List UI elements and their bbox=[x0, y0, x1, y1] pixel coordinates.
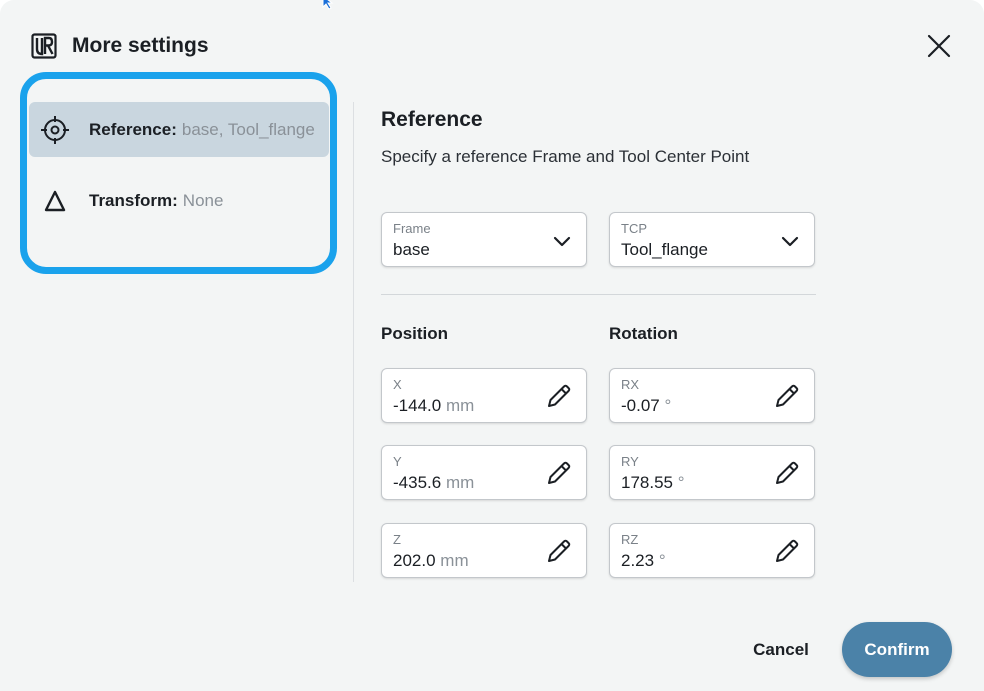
chevron-down-icon bbox=[781, 236, 799, 247]
field-value-wrap: -435.6 mm bbox=[393, 473, 474, 493]
pencil-edit-icon[interactable] bbox=[544, 458, 574, 488]
confirm-button[interactable]: Confirm bbox=[842, 622, 952, 677]
field-value: -144.0 bbox=[393, 396, 442, 415]
field-unit: ° bbox=[658, 551, 666, 570]
sidebar-item-label: Reference: bbox=[89, 119, 177, 139]
tcp-dropdown[interactable]: TCP Tool_flange bbox=[609, 212, 815, 267]
field-value-wrap: -0.07 ° bbox=[621, 396, 671, 416]
field-label: X bbox=[393, 377, 402, 392]
pencil-edit-icon[interactable] bbox=[772, 381, 802, 411]
sidebar-item-transform[interactable]: Transform: None bbox=[29, 173, 329, 228]
field-unit: mm bbox=[445, 396, 475, 415]
sidebar-item-reference[interactable]: Reference: base, Tool_flange bbox=[29, 102, 329, 157]
cancel-button[interactable]: Cancel bbox=[738, 630, 824, 670]
sidebar-item-value: None bbox=[182, 190, 224, 210]
frame-label: Frame bbox=[393, 221, 431, 236]
sidebar-item-label: Transform: bbox=[89, 190, 178, 210]
field-value: -435.6 bbox=[393, 473, 442, 492]
field-label: RX bbox=[621, 377, 640, 392]
field-value: 2.23 bbox=[621, 551, 655, 570]
section-subtitle: Specify a reference Frame and Tool Cente… bbox=[381, 147, 750, 166]
tcp-label: TCP bbox=[621, 221, 647, 236]
field-value: 178.55 bbox=[621, 473, 673, 492]
field-label: RY bbox=[621, 454, 639, 469]
field-label: RZ bbox=[621, 532, 639, 547]
position-y-field[interactable]: Y -435.6 mm bbox=[381, 445, 587, 500]
field-value-wrap: 2.23 ° bbox=[621, 551, 666, 571]
position-z-field[interactable]: Z 202.0 mm bbox=[381, 523, 587, 578]
field-value: 202.0 bbox=[393, 551, 436, 570]
frame-value: base bbox=[393, 240, 430, 259]
rotation-rx-field[interactable]: RX -0.07 ° bbox=[609, 368, 815, 423]
rotation-heading: Rotation bbox=[609, 324, 678, 343]
vertical-divider bbox=[353, 102, 354, 582]
field-value-wrap: 202.0 mm bbox=[393, 551, 469, 571]
more-settings-dialog: More settings Reference: base, Tool_flan… bbox=[0, 0, 984, 691]
frame-dropdown[interactable]: Frame base bbox=[381, 212, 587, 267]
pencil-edit-icon[interactable] bbox=[544, 536, 574, 566]
field-value-wrap: 178.55 ° bbox=[621, 473, 685, 493]
ur-logo-icon bbox=[31, 33, 57, 59]
field-label: Y bbox=[393, 454, 402, 469]
field-value: -0.07 bbox=[621, 396, 660, 415]
close-icon[interactable] bbox=[925, 32, 953, 60]
chevron-down-icon bbox=[553, 236, 571, 247]
pencil-edit-icon[interactable] bbox=[772, 536, 802, 566]
pencil-edit-icon[interactable] bbox=[544, 381, 574, 411]
tcp-value: Tool_flange bbox=[621, 240, 708, 259]
field-label: Z bbox=[393, 532, 401, 547]
field-unit: mm bbox=[440, 551, 469, 570]
rotation-rz-field[interactable]: RZ 2.23 ° bbox=[609, 523, 815, 578]
field-unit: mm bbox=[445, 473, 475, 492]
triangle-icon bbox=[39, 185, 71, 217]
rotation-ry-field[interactable]: RY 178.55 ° bbox=[609, 445, 815, 500]
crosshair-icon bbox=[39, 114, 71, 146]
pencil-edit-icon[interactable] bbox=[772, 458, 802, 488]
field-unit: ° bbox=[677, 473, 685, 492]
section-title: Reference bbox=[381, 108, 483, 131]
mouse-cursor-icon bbox=[322, 0, 334, 10]
field-unit: ° bbox=[664, 396, 672, 415]
field-value-wrap: -144.0 mm bbox=[393, 396, 474, 416]
sidebar-item-value: base, Tool_flange bbox=[181, 119, 315, 139]
position-x-field[interactable]: X -144.0 mm bbox=[381, 368, 587, 423]
position-heading: Position bbox=[381, 324, 449, 343]
dialog-title: More settings bbox=[72, 34, 209, 57]
horizontal-divider bbox=[381, 294, 816, 295]
